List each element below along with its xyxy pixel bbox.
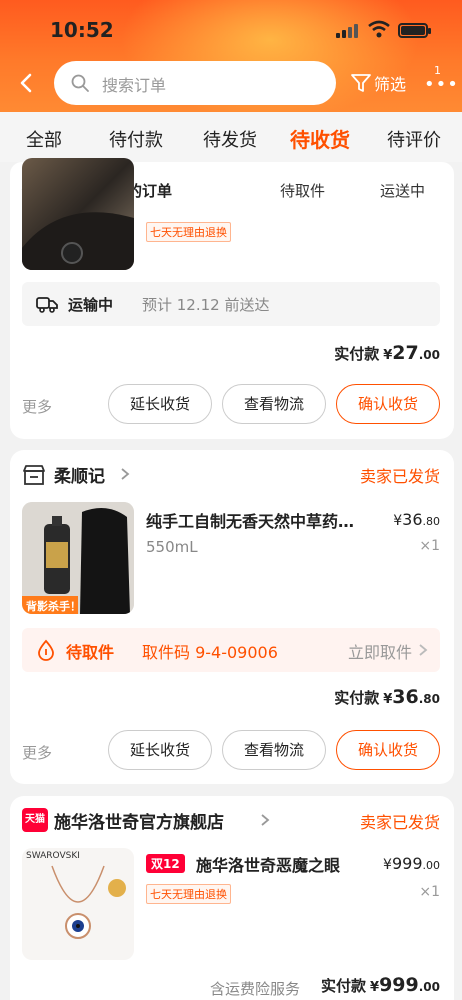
- price-currency: ¥: [393, 513, 403, 529]
- confirm-receipt-button[interactable]: 确认收货: [336, 730, 440, 770]
- price-int: 36: [402, 510, 423, 529]
- paid-dec: .00: [418, 980, 440, 994]
- confirm-receipt-button[interactable]: 确认收货: [336, 384, 440, 424]
- shipping-status: 运输中: [68, 296, 114, 314]
- tab-pending-payment[interactable]: 待付款: [109, 126, 163, 152]
- extend-receipt-button[interactable]: 延长收货: [108, 384, 212, 424]
- view-logistics-button[interactable]: 查看物流: [222, 384, 326, 424]
- more-button[interactable]: 1 •••: [424, 64, 458, 94]
- pickup-now-link[interactable]: 立即取件: [348, 639, 412, 663]
- order-tabs: 全部 待付款 待发货 待收货 待评价: [0, 112, 462, 162]
- paid-amount: 实付款 ¥27.00: [334, 342, 440, 364]
- sub-filter-in-transit[interactable]: 运送中: [380, 180, 425, 201]
- wifi-icon: [368, 20, 390, 38]
- shipping-insurance: 含运费险服务: [210, 980, 301, 998]
- status-time: 10:52: [50, 18, 114, 42]
- thumb-label: 背影杀手！: [26, 600, 81, 613]
- thumb-brand: SWAROVSKI: [26, 851, 80, 861]
- cellular-signal-icon: [336, 24, 360, 38]
- paid-label: 实付款: [321, 977, 367, 995]
- paid-label: 实付款: [334, 345, 380, 363]
- paid-currency: ¥: [370, 980, 380, 995]
- tmall-icon: 天猫: [22, 808, 48, 832]
- paid-currency: ¥: [383, 348, 393, 363]
- tab-pending-review[interactable]: 待评价: [387, 126, 441, 152]
- search-input[interactable]: 搜索订单: [54, 61, 336, 105]
- pickup-status: 待取件: [66, 643, 115, 662]
- extend-receipt-button[interactable]: 延长收货: [108, 730, 212, 770]
- paid-int: 999: [379, 974, 419, 996]
- header: 10:52 搜索订单 筛选 1 •••: [0, 0, 462, 112]
- promo-tag: 双12: [146, 854, 185, 873]
- product-price: ¥36.80: [393, 510, 440, 529]
- product-thumbnail[interactable]: [22, 158, 134, 270]
- tab-pending-receipt[interactable]: 待收货: [290, 124, 350, 153]
- filter-label: 筛选: [374, 75, 407, 94]
- paid-amount: 实付款 ¥999.00: [321, 974, 440, 996]
- shipping-status-box[interactable]: 运输中 预计 12.12 前送达: [22, 282, 440, 326]
- product-title[interactable]: 施华洛世奇恶魔之眼: [196, 852, 376, 876]
- back-arrow-icon[interactable]: [16, 72, 38, 94]
- price-dec: .80: [422, 515, 441, 528]
- paid-label: 实付款: [334, 689, 380, 707]
- pickup-code: 取件码 9-4-09006: [142, 643, 278, 662]
- paid-dec: .80: [418, 692, 440, 706]
- product-image: [22, 212, 134, 270]
- paid-int: 36: [392, 686, 419, 708]
- product-qty: ×1: [419, 538, 440, 554]
- more-actions-link[interactable]: 更多: [22, 742, 52, 763]
- price-currency: ¥: [383, 857, 392, 873]
- search-icon: [71, 74, 89, 92]
- status-bar: 10:52: [0, 0, 462, 56]
- chevron-right-icon: [121, 468, 130, 480]
- shop-name[interactable]: 施华洛世奇官方旗舰店: [54, 808, 224, 833]
- shop-icon: [23, 465, 45, 485]
- paid-dec: .00: [418, 348, 440, 362]
- order-status: 卖家已发货: [359, 813, 440, 832]
- paid-amount: 实付款 ¥36.80: [334, 686, 440, 708]
- pickup-drop-icon: [38, 639, 54, 661]
- pickup-box[interactable]: 待取件 取件码 9-4-09006 立即取件: [22, 628, 440, 672]
- product-thumbnail[interactable]: SWAROVSKI: [22, 848, 134, 960]
- tab-all[interactable]: 全部: [26, 126, 62, 152]
- order-status: 卖家已发货: [359, 467, 440, 486]
- view-logistics-button[interactable]: 查看物流: [222, 730, 326, 770]
- truck-icon: [36, 297, 58, 313]
- search-placeholder: 搜索订单: [102, 76, 167, 95]
- product-thumbnail[interactable]: 背影杀手！: [22, 502, 134, 614]
- order-card: 天猫 施华洛世奇官方旗舰店 卖家已发货 SWAROVSKI 双12 施华洛世奇恶…: [10, 796, 454, 1000]
- paid-int: 27: [392, 342, 419, 364]
- shipping-eta: 预计 12.12 前送达: [142, 296, 270, 314]
- product-price: ¥999.00: [383, 854, 440, 873]
- filter-icon: [351, 74, 371, 92]
- shop-name[interactable]: 柔顺记: [54, 462, 105, 487]
- product-qty: ×1: [419, 884, 440, 900]
- product-image: [51, 865, 126, 939]
- chevron-right-icon: [419, 644, 428, 656]
- chevron-right-icon: [261, 814, 270, 826]
- return-policy-badge: 七天无理由退换: [146, 222, 231, 242]
- price-dec: .00: [422, 859, 441, 872]
- return-policy-badge: 七天无理由退换: [146, 884, 231, 904]
- order-card: 七天无理由退换 运输中 预计 12.12 前送达 实付款 ¥27.00 更多 延长…: [10, 158, 454, 439]
- order-card: 柔顺记 卖家已发货 背影杀手！ 纯手工自制无香天然中草药… 550mL ¥36.…: [10, 450, 454, 784]
- sub-filter-pickup[interactable]: 待取件: [280, 180, 325, 201]
- battery-icon: [398, 23, 431, 38]
- more-actions-link[interactable]: 更多: [22, 396, 52, 417]
- paid-currency: ¥: [383, 692, 393, 707]
- product-title[interactable]: 纯手工自制无香天然中草药…: [146, 508, 378, 532]
- price-int: 999: [391, 854, 423, 873]
- more-icon: •••: [424, 74, 459, 95]
- tab-pending-shipment[interactable]: 待发货: [203, 126, 257, 152]
- product-spec: 550mL: [146, 538, 198, 556]
